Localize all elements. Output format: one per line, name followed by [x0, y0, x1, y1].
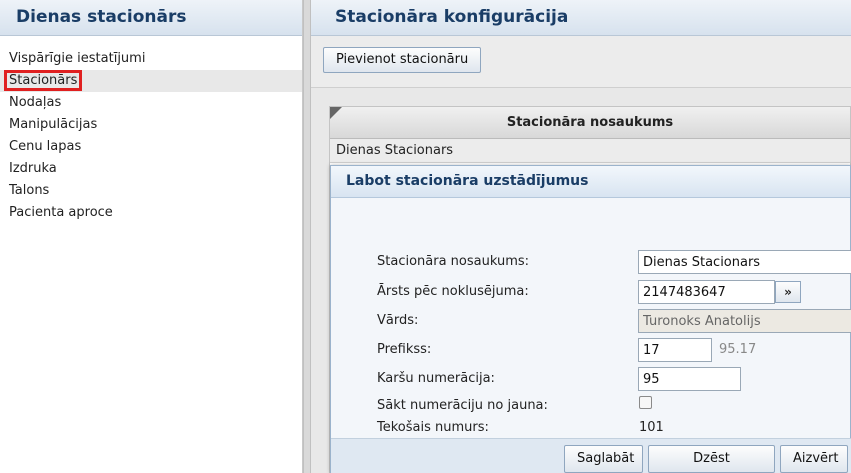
dialog-footer: Saglabāt Dzēst stacionāru Aizvērt: [331, 438, 851, 473]
nav-item-manipulacijas[interactable]: Manipulācijas: [0, 114, 302, 136]
panel-splitter[interactable]: [303, 0, 311, 473]
nav-item-pacienta-aproce[interactable]: Pacienta aproce: [0, 202, 302, 224]
card-numbering-label: Karšu numerācija:: [377, 371, 495, 386]
nav-item-izdruka[interactable]: Izdruka: [0, 158, 302, 180]
nav-item-label: Stacionārs: [3, 70, 83, 91]
edit-stacionars-dialog: Labot stacionāra uzstādījumus Stacionāra…: [330, 165, 851, 473]
nav-item-cenu-lapas[interactable]: Cenu lapas: [0, 136, 302, 158]
prefix-input[interactable]: [638, 338, 712, 362]
name-input[interactable]: [638, 250, 851, 274]
prefix-label: Prefikss:: [377, 342, 432, 357]
nav-item-label: Talons: [9, 183, 50, 198]
nav-item-talons[interactable]: Talons: [0, 180, 302, 202]
nav-item-label: Pacienta aproce: [9, 205, 113, 220]
save-button[interactable]: Saglabāt: [564, 445, 643, 473]
nav-item-label: Manipulācijas: [9, 117, 98, 132]
nav-item-stacionars[interactable]: Stacionārs: [0, 70, 302, 92]
current-number-label: Tekošais numurs:: [377, 420, 489, 435]
left-panel: Dienas stacionārs Vispārīgie iestatījumi…: [0, 0, 303, 473]
current-number-value: 101: [639, 420, 664, 435]
left-panel-title: Dienas stacionārs: [0, 0, 302, 36]
right-panel-title: Stacionāra konfigurācija: [311, 0, 851, 36]
nav-item-label: Cenu lapas: [9, 139, 82, 154]
dialog-title: Labot stacionāra uzstādījumus: [331, 166, 850, 198]
grid-column-label: Stacionāra nosaukums: [506, 115, 674, 130]
name-label: Stacionāra nosaukums:: [377, 254, 530, 269]
add-stacionars-button[interactable]: Pievienot stacionāru: [323, 47, 482, 73]
restart-numbering-label: Sākt numerāciju no jauna:: [377, 398, 548, 413]
nav-item-label: Vispārīgie iestatījumi: [9, 51, 146, 66]
card-numbering-input[interactable]: [638, 367, 741, 391]
nav-item-general-settings[interactable]: Vispārīgie iestatījumi: [0, 48, 302, 70]
vards-label: Vārds:: [377, 313, 419, 328]
prefix-hint: 95.17: [719, 342, 757, 357]
nav-item-nodalas[interactable]: Nodaļas: [0, 92, 302, 114]
nav-item-label: Nodaļas: [9, 95, 62, 110]
dialog-body: Stacionāra nosaukums: Ārsts pēc noklusēj…: [331, 198, 851, 438]
vards-input: [638, 309, 851, 333]
doctor-label: Ārsts pēc noklusējuma:: [377, 284, 529, 299]
doctor-lookup-button[interactable]: »: [775, 281, 801, 303]
grid-cell-name: Dienas Stacionars: [336, 143, 454, 158]
grid-corner-icon: [330, 107, 342, 119]
toolbar: Pievienot stacionāru: [311, 36, 851, 88]
doctor-id-input[interactable]: [638, 280, 775, 304]
close-button[interactable]: Aizvērt: [780, 445, 848, 473]
settings-nav: Vispārīgie iestatījumi Stacionārs Nodaļa…: [0, 36, 302, 224]
delete-stacionars-button[interactable]: Dzēst stacionāru: [648, 445, 775, 473]
grid-column-header[interactable]: Stacionāra nosaukums: [330, 107, 850, 139]
table-row[interactable]: Dienas Stacionars: [330, 139, 850, 163]
nav-item-label: Izdruka: [9, 161, 57, 176]
restart-numbering-checkbox[interactable]: [639, 396, 652, 409]
